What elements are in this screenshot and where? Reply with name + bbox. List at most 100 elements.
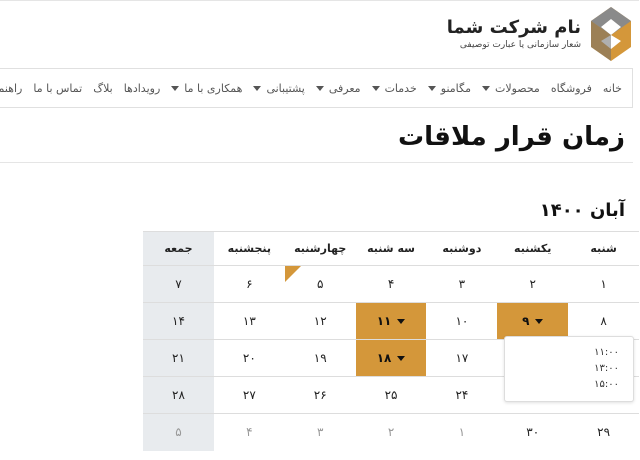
calendar-week-row: ۸ ۹ ۱۰ ۱۱ ۱۲ ۱۳ ۱۴ (144, 302, 640, 340)
logo[interactable]: نام شرکت شما شعار سازمانی یا عبارت توصیف… (448, 5, 634, 63)
calendar-day[interactable]: ۱۲ (285, 302, 357, 340)
calendar-day[interactable]: ۷ (144, 265, 215, 303)
caret-down-icon (428, 85, 437, 91)
calendar-day-number: ۴ (247, 425, 254, 440)
calendar-day-number: ۷ (176, 277, 183, 291)
calendar-day[interactable]: ۳۰ (498, 414, 569, 451)
calendar-day[interactable]: ۲۴ (427, 376, 499, 414)
logo-title: نام شرکت شما (447, 17, 582, 38)
time-slot-option[interactable]: ۱۵:۰۰ (520, 377, 620, 393)
nav-item[interactable]: پشتیبانی (254, 81, 306, 95)
nav-item-label: راهنما (0, 81, 24, 95)
caret-down-icon (536, 319, 545, 324)
nav-item[interactable]: تماس با ما (34, 82, 83, 95)
calendar-day-number: ۶ (247, 277, 254, 291)
weekday-header: سه شنبه (356, 231, 428, 266)
nav-item[interactable]: خدمات (372, 82, 418, 95)
calendar-day-number: ۱ (459, 425, 467, 440)
nav-item-label: بلاگ (94, 81, 114, 95)
page-title: زمان قرار ملاقات (399, 122, 626, 152)
calendar-day-number: ۱۹ (314, 351, 328, 365)
calendar-day[interactable]: ۱۱ (356, 302, 428, 340)
calendar-day-number: ۲ (530, 277, 537, 291)
calendar-day-number: ۲۵ (385, 388, 399, 402)
nav-item[interactable]: محصولات (482, 81, 541, 95)
calendar-day[interactable]: ۱۳ (214, 302, 286, 340)
nav-item[interactable]: فروشگاه (552, 82, 593, 95)
calendar-day-number: ۲ (388, 425, 396, 440)
logo-text: نام شرکت شما شعار سازمانی یا عبارت توصیف… (448, 17, 582, 51)
calendar-day[interactable]: ۴ (215, 414, 286, 451)
calendar-day-number: ۱۳ (243, 314, 257, 328)
calendar-day[interactable]: ۳ (286, 414, 357, 451)
calendar-day-number: ۳۰ (527, 425, 541, 440)
weekday-header: چهارشنبه (285, 231, 357, 266)
calendar-day[interactable]: ۱ (427, 414, 498, 451)
calendar-day[interactable]: ۹ (498, 302, 570, 340)
calendar-week-row: ۲۹ ۳۰ ۱ ۲ ۳ ۴ ۵ (144, 413, 640, 451)
calendar-day-number: ۹ (523, 314, 531, 328)
caret-down-icon (398, 356, 407, 361)
calendar-day[interactable]: ۲۶ (285, 376, 357, 414)
calendar-day-number: ۱۸ (377, 351, 393, 365)
calendar-day-number: ۸ (601, 314, 608, 328)
divider (0, 162, 634, 163)
calendar-day-number: ۱۷ (456, 351, 470, 365)
calendar-day[interactable]: ۲۸ (144, 376, 215, 414)
nav-item[interactable]: معرفی (316, 81, 362, 95)
nav-item[interactable]: همکاری با ما (172, 82, 243, 95)
calendar-day[interactable]: ۵ (285, 265, 357, 303)
nav-item-label: محصولات (495, 81, 541, 95)
calendar-day-number: ۱۰ (456, 314, 470, 328)
corner-marker (285, 266, 302, 282)
calendar-day[interactable]: ۲ (498, 265, 570, 303)
calendar-day[interactable]: ۱۸ (356, 339, 428, 377)
calendar-day[interactable]: ۴ (356, 265, 428, 303)
nav-item-label: پشتیبانی (267, 81, 306, 95)
calendar-day[interactable]: ۱۰ (427, 302, 499, 340)
calendar-day-number: ۳ (317, 425, 325, 440)
calendar-day[interactable]: ۲۹ (569, 414, 640, 451)
weekday-header: پنجشنبه (214, 231, 286, 266)
calendar-day-number: ۴ (388, 277, 396, 291)
calendar-day-number: ۵ (176, 425, 183, 440)
calendar-day-number: ۵ (317, 277, 325, 291)
weekday-header-row: شنبه یکشنبه دوشنبه سه شنبه چهارشنبه پنجشنبه جم… (144, 231, 640, 266)
nav-item[interactable]: بلاگ (94, 82, 113, 95)
calendar-day[interactable]: ۱ (569, 265, 640, 303)
caret-down-icon (172, 85, 181, 91)
calendar-day[interactable]: ۵ (144, 413, 215, 451)
calendar-day[interactable]: ۲۱ (144, 339, 215, 377)
nav-item[interactable]: خانه (604, 82, 623, 95)
calendar-day[interactable]: ۸ (569, 302, 640, 340)
nav-item-label: معرفی (329, 81, 362, 95)
nav-item-label: مگامنو (441, 81, 472, 95)
time-slot-option[interactable]: ۱۳:۰۰ (520, 361, 620, 377)
calendar-day-number: ۲۱ (173, 351, 186, 365)
weekday-header: دوشنبه (427, 231, 499, 266)
caret-down-icon (316, 85, 325, 91)
calendar-day-number: ۲۸ (173, 388, 186, 402)
calendar-day[interactable]: ۶ (214, 265, 286, 303)
main-navbar: خانه فروشگاه محصولات مگامنو خدمات معرفی پشتیبا… (0, 68, 634, 108)
weekday-header: یکشنبه (498, 231, 570, 266)
calendar-day[interactable]: ۲۰ (214, 339, 286, 377)
nav-item[interactable]: راهنما (0, 82, 23, 95)
calendar-day[interactable]: ۲ (357, 414, 428, 451)
weekday-header: شنبه (569, 231, 640, 266)
calendar-day[interactable]: ۳ (427, 265, 499, 303)
calendar-day-number: ۱۴ (173, 314, 186, 328)
calendar-day[interactable]: ۲۷ (214, 376, 286, 414)
nav-item[interactable]: مگامنو (428, 81, 472, 95)
calendar-day[interactable]: ۱۷ (427, 339, 499, 377)
calendar-day-number: ۲۶ (314, 388, 328, 402)
caret-down-icon (482, 85, 491, 91)
nav-item[interactable]: رویدادها (125, 82, 162, 95)
calendar-day[interactable]: ۱۴ (144, 302, 215, 340)
calendar-day-number: ۲۷ (243, 388, 257, 402)
calendar-day[interactable]: ۲۵ (356, 376, 428, 414)
calendar-day-number: ۲۴ (456, 388, 470, 402)
site-header: نام شرکت شما شعار سازمانی یا عبارت توصیف… (0, 0, 640, 68)
time-slot-option[interactable]: ۱۱:۰۰ (520, 345, 620, 361)
calendar-day[interactable]: ۱۹ (285, 339, 357, 377)
